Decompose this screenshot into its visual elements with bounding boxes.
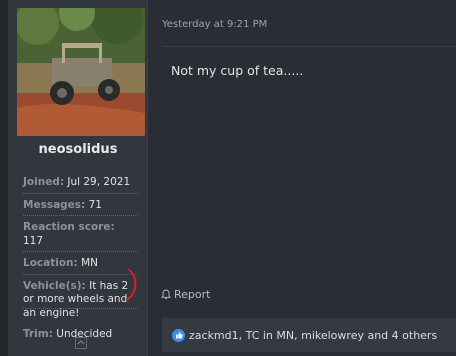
info-key: Messages: <box>23 198 86 211</box>
info-value: 117 <box>23 234 44 247</box>
post-main: Yesterday at 9:21 PM Not my cup of tea..… <box>149 0 456 356</box>
post-message-body: Not my cup of tea..... <box>171 63 304 78</box>
username[interactable]: neosolidus <box>8 142 148 157</box>
info-row-joined: Joined: Jul 29, 2021 <box>23 175 138 194</box>
post-divider <box>162 46 456 47</box>
like-icon <box>172 328 185 342</box>
reactions-bar[interactable]: zackmd1, TC in MN, mikelowrey and 4 othe… <box>162 318 456 352</box>
info-divider <box>23 308 138 309</box>
page-edge <box>0 0 8 356</box>
bell-icon <box>161 289 171 300</box>
info-row-messages: Messages: 71 <box>23 198 138 216</box>
user-info-panel: neosolidus Joined: Jul 29, 2021 Messages… <box>8 0 148 356</box>
red-bracket-annotation <box>125 268 137 301</box>
info-key: Location: <box>23 257 78 269</box>
info-key: Reaction score: <box>23 221 115 233</box>
info-value: 71 <box>88 198 102 211</box>
report-label: Report <box>174 288 211 301</box>
info-row-location: Location: MN <box>23 256 138 275</box>
report-button[interactable]: Report <box>161 288 210 301</box>
info-value: MN <box>81 257 98 269</box>
info-row-vehicles: Vehicle(s): It has 2 or more wheels and … <box>23 279 138 324</box>
avatar[interactable] <box>17 8 145 136</box>
info-key: Trim: <box>23 328 53 340</box>
info-key: Vehicle(s): <box>23 279 86 292</box>
info-value: Jul 29, 2021 <box>67 176 131 188</box>
expand-icon[interactable] <box>75 337 87 349</box>
info-row-reaction-score: Reaction score: 117 <box>23 220 138 252</box>
post-timestamp[interactable]: Yesterday at 9:21 PM <box>162 19 267 30</box>
info-key: Joined: <box>23 176 65 188</box>
reactions-text[interactable]: zackmd1, TC in MN, mikelowrey and 4 othe… <box>189 329 437 342</box>
user-info-list: Joined: Jul 29, 2021 Messages: 71 Reacti… <box>23 175 138 349</box>
